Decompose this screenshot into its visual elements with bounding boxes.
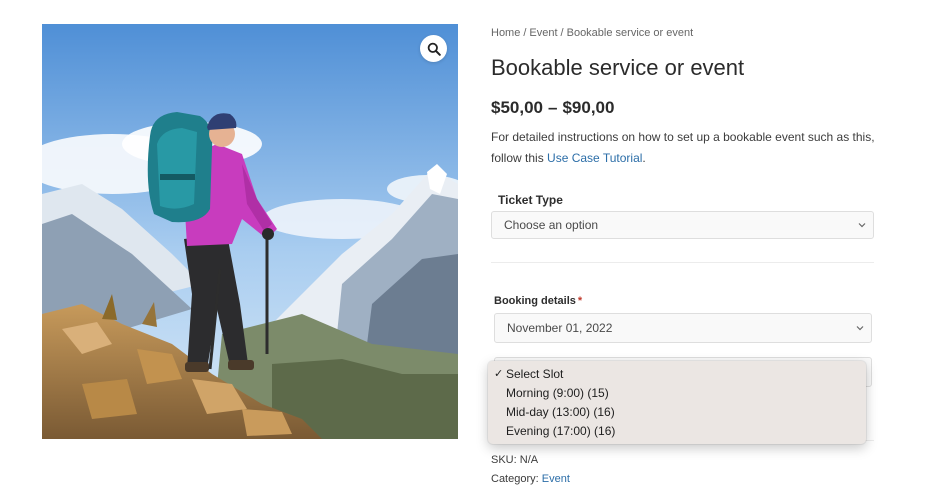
product-sku: SKU: N/A xyxy=(491,454,538,466)
chevron-down-icon xyxy=(856,326,864,331)
ticket-type-value: Choose an option xyxy=(504,218,599,232)
slot-dropdown-menu: ✓ Select Slot Morning (9:00) (15) Mid-day… xyxy=(488,361,866,444)
breadcrumb-event[interactable]: Event xyxy=(529,27,557,39)
required-mark: * xyxy=(577,295,583,307)
product-category: Category: Event xyxy=(491,473,570,485)
ticket-type-label: Ticket Type xyxy=(498,193,563,207)
slot-option-evening[interactable]: Evening (17:00) (16) xyxy=(488,422,866,441)
breadcrumb-home[interactable]: Home xyxy=(491,27,520,39)
booking-details-text: Booking details xyxy=(494,295,576,307)
hiker-photo xyxy=(42,24,458,439)
chevron-down-icon xyxy=(858,223,866,228)
product-price: $50,00– $90,00 xyxy=(491,98,614,118)
slot-option-morning[interactable]: Morning (9:00) (15) xyxy=(488,384,866,403)
breadcrumb-separator: / xyxy=(523,27,527,39)
slot-option-label: Select Slot xyxy=(506,367,564,381)
breadcrumb: Home / Event / Bookable service or event xyxy=(491,27,693,39)
slot-option-label: Morning (9:00) (15) xyxy=(506,386,609,400)
category-link[interactable]: Event xyxy=(542,473,570,485)
booking-date-value: November 01, 2022 xyxy=(507,321,613,335)
ticket-type-select[interactable]: Choose an option xyxy=(491,211,874,239)
description-end: . xyxy=(642,151,646,165)
category-label: Category: xyxy=(491,473,539,485)
breadcrumb-current: Bookable service or event xyxy=(566,27,694,39)
use-case-tutorial-link[interactable]: Use Case Tutorial xyxy=(547,151,642,165)
booking-date-select[interactable]: November 01, 2022 xyxy=(494,313,872,343)
product-description: For detailed instructions on how to set … xyxy=(491,127,881,169)
zoom-button[interactable] xyxy=(420,35,447,62)
price-min: $50,00 xyxy=(491,98,543,117)
sku-label: SKU: xyxy=(491,454,517,466)
booking-details-label: Booking details * xyxy=(494,295,582,307)
slot-option-label: Evening (17:00) (16) xyxy=(506,424,616,438)
slot-option-label: Mid-day (13:00) (16) xyxy=(506,405,615,419)
sku-value: N/A xyxy=(519,454,539,466)
slot-option-select-slot[interactable]: ✓ Select Slot xyxy=(488,365,866,384)
check-icon: ✓ xyxy=(494,368,504,380)
price-max: $90,00 xyxy=(562,98,615,117)
divider xyxy=(491,262,874,263)
magnifier-icon xyxy=(427,42,441,56)
price-separator: – xyxy=(548,98,558,117)
product-title: Bookable service or event xyxy=(491,55,745,80)
product-image[interactable] xyxy=(42,24,458,439)
breadcrumb-separator: / xyxy=(560,27,564,39)
slot-option-mid-day[interactable]: Mid-day (13:00) (16) xyxy=(488,403,866,422)
